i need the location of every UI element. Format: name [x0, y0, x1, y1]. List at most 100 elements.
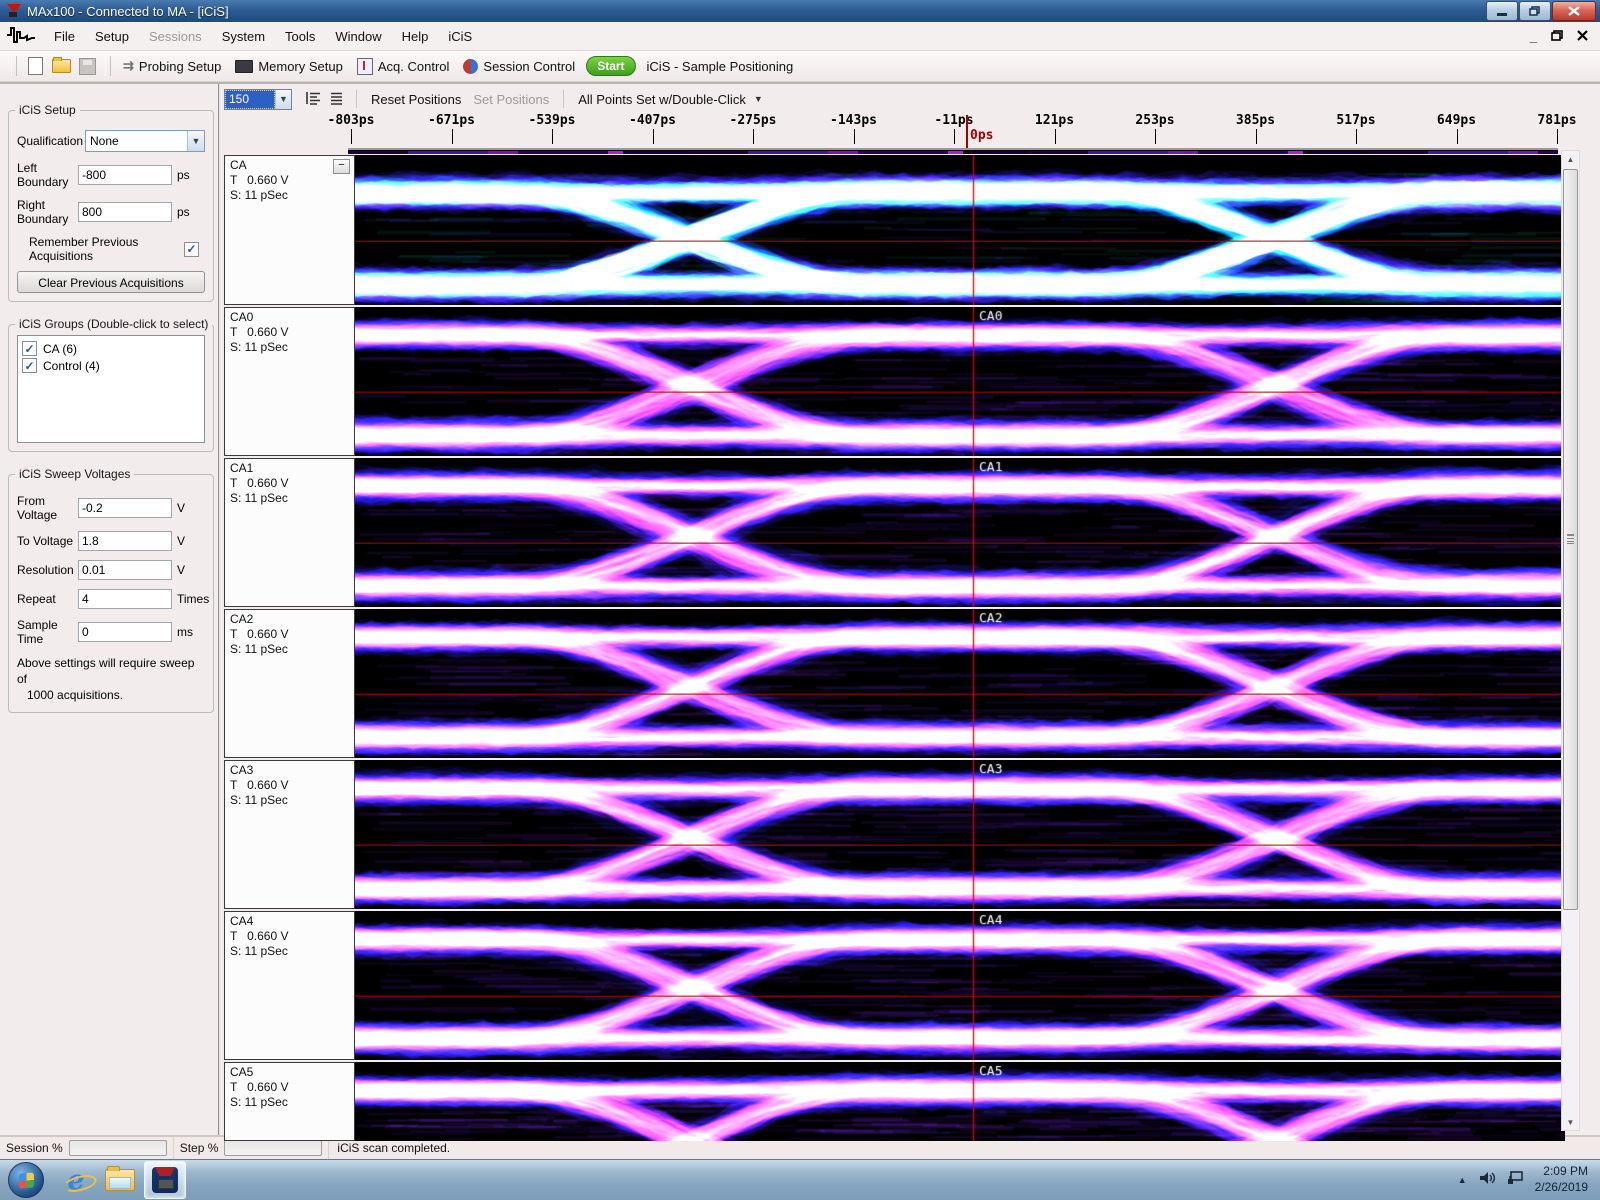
chevron-down-icon[interactable]: ▼	[187, 131, 204, 151]
sweep-row-unit: Times	[177, 592, 205, 606]
scrollbar-thumb[interactable]	[1563, 169, 1578, 910]
session-control-button[interactable]: Session Control	[456, 56, 582, 77]
mdi-close-icon[interactable]	[1577, 29, 1588, 44]
menu-item-help[interactable]: Help	[392, 25, 439, 48]
probing-setup-button[interactable]: ⇉ Probing Setup	[116, 55, 228, 77]
start-orb[interactable]	[8, 1162, 44, 1198]
align-left-list-icon[interactable]	[306, 91, 321, 108]
minimize-button[interactable]	[1486, 1, 1518, 21]
channel-threshold: T 0.660 V	[230, 929, 352, 943]
sweep-row-input[interactable]	[78, 498, 172, 518]
collapse-row-button[interactable]: −	[333, 159, 350, 174]
channel-sample-time: S: 11 pSec	[230, 944, 352, 958]
window-title: MAx100 - Connected to MA - [iCiS]	[27, 4, 1486, 19]
qualification-dropdown[interactable]: None ▼	[85, 130, 205, 152]
max100-app-icon[interactable]	[144, 1161, 186, 1199]
channel-name: CA4	[230, 914, 352, 928]
channel-threshold: T 0.660 V	[230, 476, 352, 490]
tray-expand-icon[interactable]: ▲	[1458, 1175, 1467, 1185]
sweep-row-input[interactable]	[78, 531, 172, 551]
close-button[interactable]	[1552, 1, 1596, 21]
group-checkbox[interactable]: ✓	[22, 341, 37, 356]
axis-tick-label: -407ps	[629, 113, 676, 128]
sweep-row-input[interactable]	[78, 589, 172, 609]
axis-tick-mark	[1356, 129, 1357, 144]
acq-control-button[interactable]: Acq. Control	[350, 55, 457, 78]
scrollbar-track[interactable]	[1562, 167, 1579, 1114]
taskbar-clock[interactable]: 2:09 PM 2/26/2019	[1535, 1164, 1588, 1195]
eye-diagram-ca4[interactable]	[355, 911, 1565, 1060]
sweep-voltages-title: iCiS Sweep Voltages	[15, 467, 134, 481]
channel-threshold: T 0.660 V	[230, 325, 352, 339]
new-file-icon[interactable]	[25, 56, 45, 76]
right-boundary-label: Right Boundary	[17, 198, 78, 226]
axis-tick-mark	[1457, 129, 1458, 144]
sweep-row-input[interactable]	[78, 560, 172, 580]
remember-acquisitions-checkbox[interactable]: ✓	[184, 242, 199, 257]
group-checkbox[interactable]: ✓	[22, 358, 37, 373]
scroll-up-icon[interactable]: ▲	[1562, 151, 1579, 167]
eye-diagram-ca2[interactable]	[355, 609, 1565, 758]
mdi-restore-icon[interactable]	[1551, 29, 1563, 44]
menu-item-icis[interactable]: iCiS	[438, 25, 482, 48]
time-cursor[interactable]	[966, 115, 968, 148]
groups-listbox[interactable]: ✓ CA (6) ✓ Control (4)	[17, 335, 205, 443]
internet-explorer-icon[interactable]: e	[56, 1162, 96, 1198]
group-list-item[interactable]: ✓ Control (4)	[22, 358, 200, 373]
menu-item-system[interactable]: System	[212, 25, 275, 48]
menu-item-file[interactable]: File	[44, 25, 85, 48]
file-explorer-icon[interactable]	[100, 1162, 140, 1198]
set-positions-button[interactable]: Set Positions	[467, 89, 555, 110]
waveform-logo-icon	[6, 25, 36, 48]
channel-row-ca: CA T 0.660 V S: 11 pSec −	[224, 155, 1600, 305]
list-icon[interactable]	[329, 91, 344, 108]
menu-item-tools[interactable]: Tools	[275, 25, 325, 48]
menu-item-sessions[interactable]: Sessions	[139, 25, 212, 48]
axis-tick-mark	[452, 129, 453, 144]
network-icon[interactable]	[1507, 1171, 1523, 1190]
open-file-icon[interactable]	[51, 56, 71, 76]
right-boundary-input[interactable]	[78, 202, 172, 222]
axis-tick-mark	[552, 129, 553, 144]
vertical-scrollbar[interactable]: ▲ ▼	[1561, 150, 1580, 1131]
menu-item-setup[interactable]: Setup	[85, 25, 139, 48]
memory-setup-button[interactable]: Memory Setup	[228, 56, 350, 77]
start-button[interactable]: Start	[586, 56, 635, 76]
save-file-icon[interactable]	[77, 56, 97, 76]
channel-row-ca5: CA5 T 0.660 V S: 11 pSec	[224, 1062, 1600, 1141]
reset-positions-button[interactable]: Reset Positions	[365, 89, 467, 110]
sweep-row-input[interactable]	[78, 622, 172, 642]
eye-diagram-ca1[interactable]	[355, 458, 1565, 607]
chevron-down-icon[interactable]: ▼	[275, 90, 291, 109]
scroll-down-icon[interactable]: ▼	[1562, 1114, 1579, 1130]
eye-diagram-ca0[interactable]	[355, 307, 1565, 456]
main-toolbar: ⇉ Probing Setup Memory Setup Acq. Contro…	[0, 51, 1600, 82]
left-panel: iCiS Setup Qualification None ▼ Left Bou…	[0, 84, 220, 1135]
axis-tick-label: -671ps	[428, 113, 475, 128]
axis-tick-label: 781ps	[1537, 113, 1576, 128]
restore-button[interactable]	[1519, 1, 1551, 21]
probe-icon: ⇉	[123, 58, 134, 74]
left-boundary-unit: ps	[177, 168, 205, 182]
mdi-minimize-icon[interactable]: _	[1530, 29, 1537, 44]
cursor-zero-label: 0ps	[970, 128, 993, 143]
axis-tick-label: 253ps	[1135, 113, 1174, 128]
session-progress-bar	[69, 1140, 167, 1156]
channel-label-box: CA5 T 0.660 V S: 11 pSec	[224, 1062, 355, 1141]
zoom-combobox[interactable]: 150 ▼	[224, 89, 292, 110]
clear-acquisitions-button[interactable]: Clear Previous Acquisitions	[17, 271, 205, 293]
windows-flag-icon	[19, 1172, 34, 1188]
eye-diagram-ca[interactable]	[355, 155, 1565, 305]
channel-name: CA5	[230, 1065, 352, 1079]
eye-diagram-ca5[interactable]	[355, 1062, 1565, 1141]
icis-groups-group: iCiS Groups (Double-click to select) ✓ CA…	[8, 324, 214, 452]
channel-label-box: CA T 0.660 V S: 11 pSec −	[224, 155, 355, 305]
group-list-item[interactable]: ✓ CA (6)	[22, 341, 200, 356]
axis-tick-label: 385ps	[1236, 113, 1275, 128]
menu-item-window[interactable]: Window	[325, 25, 391, 48]
all-points-dropdown[interactable]: All Points Set w/Double-Click ▼	[572, 89, 769, 110]
channel-threshold: T 0.660 V	[230, 1080, 352, 1094]
left-boundary-input[interactable]	[78, 165, 172, 185]
volume-icon[interactable]	[1479, 1171, 1495, 1190]
eye-diagram-ca3[interactable]	[355, 760, 1565, 909]
